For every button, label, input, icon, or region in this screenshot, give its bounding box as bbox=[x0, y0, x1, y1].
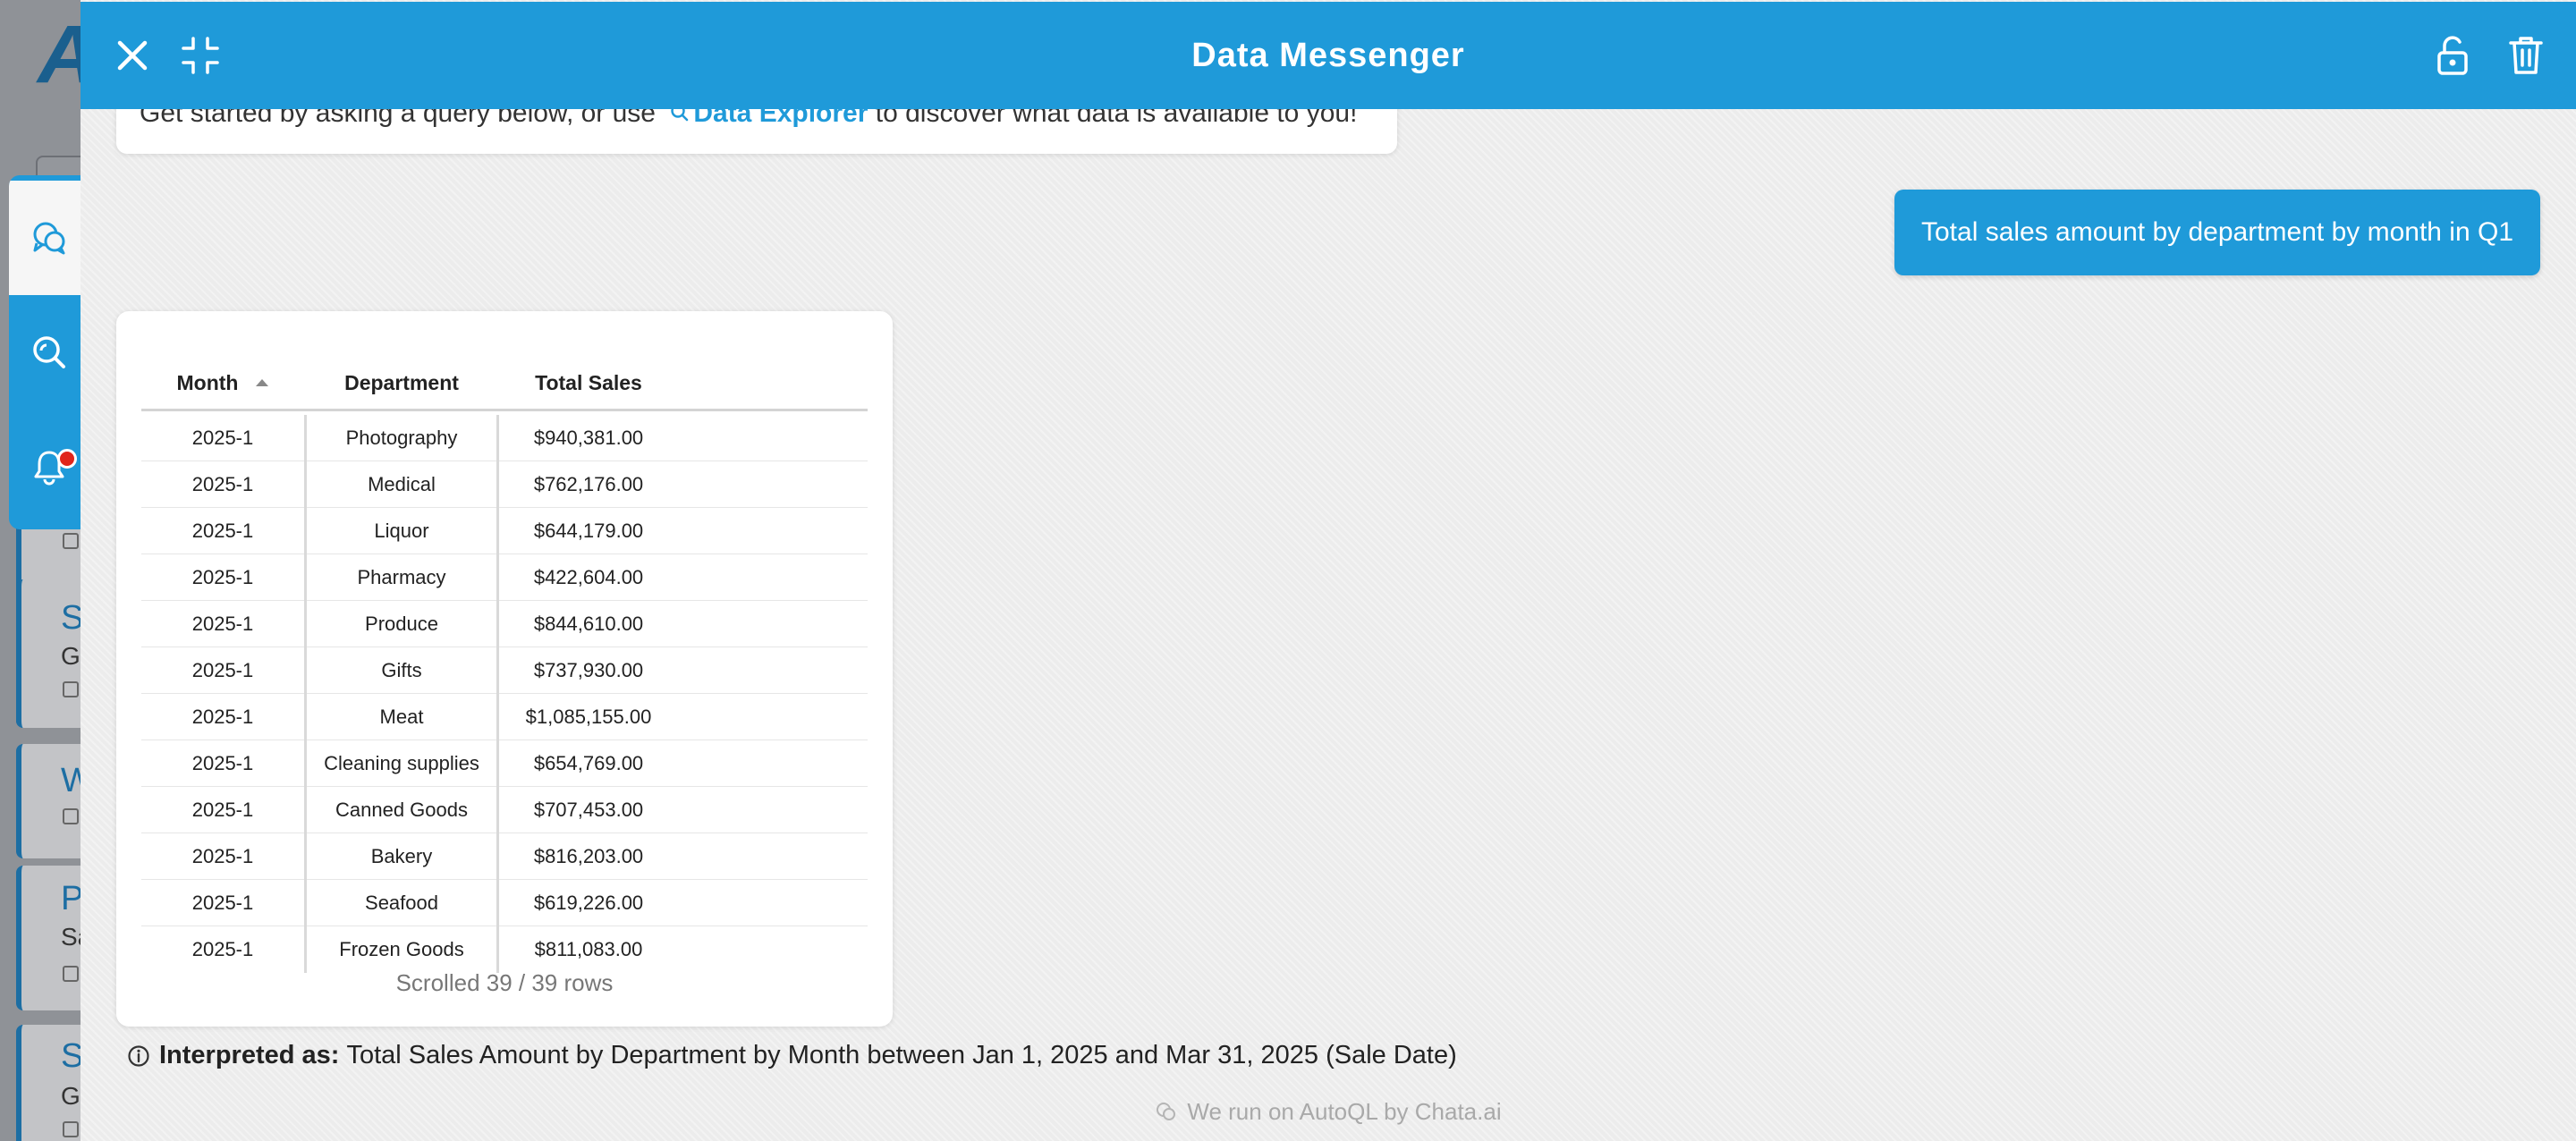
clear-messages-button[interactable] bbox=[2499, 29, 2553, 82]
data-explorer-icon bbox=[33, 336, 65, 368]
calendar-icon bbox=[63, 1121, 79, 1137]
cell-total-sales: $816,203.00 bbox=[533, 845, 644, 867]
cell-department: Cleaning supplies bbox=[304, 740, 499, 787]
cell-month: 2025-1 bbox=[191, 892, 254, 914]
table-body[interactable]: 2025-1 Photography $940,381.00 2025-1 Medic… bbox=[141, 415, 868, 973]
table-row: 2025-1 Frozen Goods $811,083.00 bbox=[141, 926, 868, 973]
cell-month: 2025-1 bbox=[191, 613, 254, 635]
cell-month: 2025-1 bbox=[191, 845, 254, 867]
footer: We run on AutoQL by Chata.ai bbox=[80, 1098, 2576, 1126]
messenger-title: Data Messenger bbox=[1191, 36, 1465, 74]
background-card: W bbox=[16, 744, 93, 858]
chata-logo-icon bbox=[1157, 1102, 1176, 1120]
cell-department: Gifts bbox=[304, 647, 499, 694]
cell-total-sales: $422,604.00 bbox=[533, 566, 644, 588]
table-row: 2025-1 Bakery $816,203.00 bbox=[141, 833, 868, 880]
scroll-status: Scrolled 39 / 39 rows bbox=[395, 969, 614, 996]
calendar-icon bbox=[63, 681, 79, 697]
cell-month: 2025-1 bbox=[191, 799, 254, 821]
cell-department: Liquor bbox=[304, 508, 499, 554]
cell-department: Pharmacy bbox=[304, 554, 499, 601]
cell-total-sales: $1,085,155.00 bbox=[525, 706, 652, 728]
chat-bubbles-icon bbox=[33, 222, 65, 255]
lock-icon bbox=[2437, 36, 2468, 75]
user-query-bubble: Total sales amount by department by mont… bbox=[1894, 190, 2540, 275]
cell-department: Seafood bbox=[304, 880, 499, 926]
cell-month: 2025-1 bbox=[191, 938, 254, 960]
background-card: S Gi bbox=[16, 579, 89, 728]
messenger-tab-rail bbox=[9, 175, 89, 529]
close-button[interactable] bbox=[106, 29, 159, 82]
column-header-month[interactable]: Month bbox=[141, 354, 304, 411]
table-row: 2025-1 Produce $844,610.00 bbox=[141, 601, 868, 647]
cell-month: 2025-1 bbox=[191, 566, 254, 588]
cell-total-sales: $619,226.00 bbox=[533, 892, 644, 914]
table-row: 2025-1 Canned Goods $707,453.00 bbox=[141, 787, 868, 833]
column-header-label: Department bbox=[344, 370, 459, 394]
table-row: 2025-1 Meat $1,085,155.00 bbox=[141, 694, 868, 740]
cell-total-sales: $844,610.00 bbox=[533, 613, 644, 635]
cell-department: Medical bbox=[304, 461, 499, 508]
cell-department: Produce bbox=[304, 601, 499, 647]
tab-notifications[interactable] bbox=[9, 410, 89, 524]
tab-data-explorer[interactable] bbox=[9, 295, 89, 410]
calendar-icon bbox=[63, 533, 79, 549]
sort-ascending-icon bbox=[256, 379, 269, 386]
interpretation-line: Interpreted as: Total Sales Amount by De… bbox=[127, 1041, 1457, 1070]
tab-data-messenger[interactable] bbox=[9, 181, 89, 295]
table-row: 2025-1 Cleaning supplies $654,769.00 bbox=[141, 740, 868, 787]
column-header-label: Total Sales bbox=[535, 370, 642, 394]
cell-total-sales: $644,179.00 bbox=[533, 520, 644, 542]
cell-month: 2025-1 bbox=[191, 659, 254, 681]
cell-department: Bakery bbox=[304, 833, 499, 880]
calendar-icon bbox=[63, 966, 79, 982]
cell-total-sales: $737,930.00 bbox=[533, 659, 644, 681]
footer-text[interactable]: We run on AutoQL by Chata.ai bbox=[1187, 1098, 1501, 1126]
data-messenger-panel: Get started by asking a query below, or … bbox=[80, 0, 2576, 1141]
cell-month: 2025-1 bbox=[191, 752, 254, 774]
query-result-card: Month Department Total Sales 2025-1 Photo… bbox=[116, 311, 893, 1027]
column-header-total-sales[interactable]: Total Sales bbox=[499, 354, 678, 411]
column-header-department[interactable]: Department bbox=[304, 354, 499, 411]
cell-month: 2025-1 bbox=[191, 706, 254, 728]
cell-department: Meat bbox=[304, 694, 499, 740]
background-card: S Gi bbox=[16, 1025, 89, 1141]
interpretation-label: Interpreted as: bbox=[159, 1041, 340, 1069]
lock-button[interactable] bbox=[2426, 29, 2479, 82]
table-row: 2025-1 Gifts $737,930.00 bbox=[141, 647, 868, 694]
minimize-icon bbox=[182, 37, 219, 74]
cell-month: 2025-1 bbox=[191, 520, 254, 542]
cell-month: 2025-1 bbox=[191, 427, 254, 449]
notification-badge bbox=[57, 449, 77, 469]
table-row: 2025-1 Liquor $644,179.00 bbox=[141, 508, 868, 554]
close-icon bbox=[117, 40, 148, 71]
info-icon bbox=[128, 1044, 149, 1067]
table-row: 2025-1 Seafood $619,226.00 bbox=[141, 880, 868, 926]
trash-icon bbox=[2509, 37, 2543, 74]
cell-total-sales: $762,176.00 bbox=[533, 473, 644, 495]
cell-department: Photography bbox=[304, 415, 499, 461]
minimize-button[interactable] bbox=[174, 29, 227, 82]
messenger-header: Data Messenger bbox=[80, 2, 2576, 109]
column-header-label: Month bbox=[176, 370, 239, 394]
cell-total-sales: $811,083.00 bbox=[534, 938, 643, 960]
cell-department: Frozen Goods bbox=[304, 926, 499, 973]
background-card: P Sa bbox=[16, 866, 91, 1010]
cell-total-sales: $654,769.00 bbox=[533, 752, 644, 774]
interpretation-text[interactable]: Total Sales Amount by Department by Mont… bbox=[346, 1041, 1456, 1070]
cell-total-sales: $940,381.00 bbox=[533, 427, 644, 449]
table-header: Month Department Total Sales bbox=[141, 354, 868, 411]
cell-total-sales: $707,453.00 bbox=[533, 799, 644, 821]
table-row: 2025-1 Pharmacy $422,604.00 bbox=[141, 554, 868, 601]
calendar-icon bbox=[63, 808, 79, 824]
cell-department: Canned Goods bbox=[304, 787, 499, 833]
table-row: 2025-1 Photography $940,381.00 bbox=[141, 415, 868, 461]
cell-month: 2025-1 bbox=[191, 473, 254, 495]
table-row: 2025-1 Medical $762,176.00 bbox=[141, 461, 868, 508]
